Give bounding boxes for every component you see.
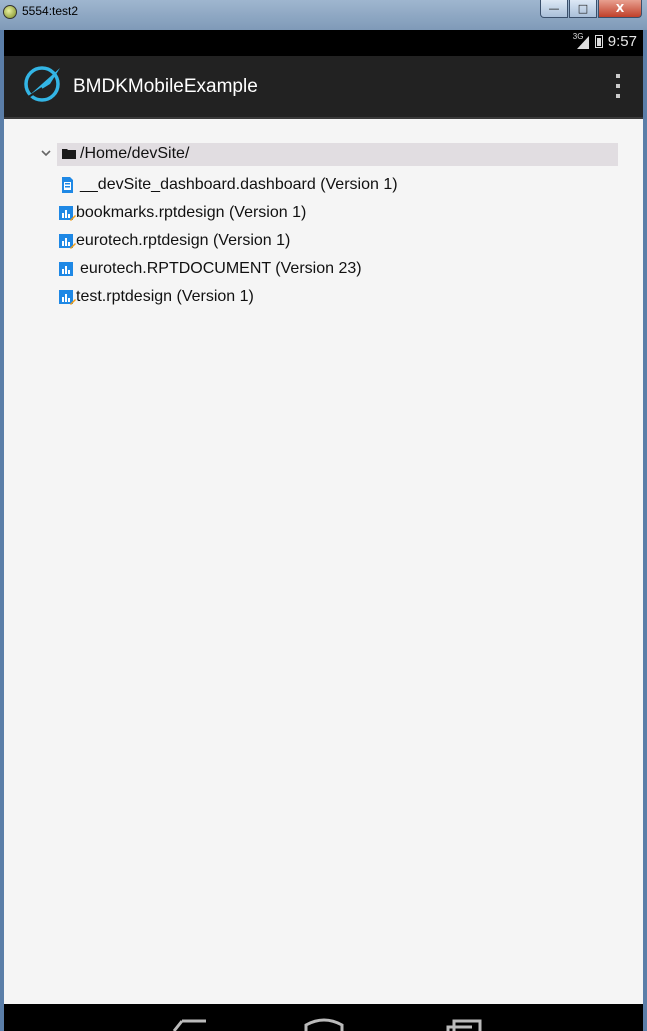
tree-item[interactable]: __devSite_dashboard.dashboard (Version 1… xyxy=(58,173,398,197)
status-time: 9:57 xyxy=(607,33,637,50)
dashboard-file-icon xyxy=(62,177,73,193)
report-design-icon xyxy=(59,234,76,249)
recent-apps-icon[interactable] xyxy=(444,1017,484,1031)
window-controls: — □ X xyxy=(539,0,642,22)
tree-item-label: eurotech.rptdesign (Version 1) xyxy=(76,232,291,249)
signal-icon: 3G xyxy=(573,32,589,49)
tree-item[interactable]: eurotech.rptdesign (Version 1) xyxy=(58,229,290,253)
emulator-titlebar: 5554:test2 — □ X xyxy=(0,0,647,30)
report-design-icon xyxy=(59,290,76,305)
report-document-icon xyxy=(59,262,73,276)
tree-item-label: __devSite_dashboard.dashboard (Version 1… xyxy=(80,176,398,193)
device-screen: 3G 9:57 BMDKMobileExample /Home/devSite/ xyxy=(4,30,643,1031)
tree-item[interactable]: eurotech.RPTDOCUMENT (Version 23) xyxy=(58,257,362,281)
tree-item[interactable]: test.rptdesign (Version 1) xyxy=(58,285,254,309)
action-bar: BMDKMobileExample xyxy=(4,56,643,119)
emulator-app-icon xyxy=(3,5,17,19)
app-title: BMDKMobileExample xyxy=(73,76,258,97)
back-icon[interactable] xyxy=(168,1017,214,1031)
tree-item-label: test.rptdesign (Version 1) xyxy=(76,288,254,305)
minimize-button[interactable]: — xyxy=(540,0,568,18)
emulator-window-title: 5554:test2 xyxy=(22,4,79,18)
maximize-button[interactable]: □ xyxy=(569,0,597,18)
report-design-icon xyxy=(59,206,76,221)
overflow-menu-icon[interactable] xyxy=(613,74,623,98)
tree-item-label: eurotech.RPTDOCUMENT (Version 23) xyxy=(80,260,362,277)
navigation-bar xyxy=(4,1004,643,1031)
close-button[interactable]: X xyxy=(598,0,642,18)
tree-root-label: /Home/devSite/ xyxy=(80,145,190,162)
content-area: /Home/devSite/ __devSite_dashboard.dashb… xyxy=(4,119,643,1004)
status-bar: 3G 9:57 xyxy=(4,30,643,56)
battery-icon xyxy=(594,35,603,48)
home-icon[interactable] xyxy=(304,1017,344,1031)
tree-item-label: bookmarks.rptdesign (Version 1) xyxy=(76,204,307,221)
app-logo-icon[interactable] xyxy=(20,62,64,106)
folder-icon xyxy=(62,149,76,159)
chevron-down-icon[interactable] xyxy=(40,148,52,158)
tree-item[interactable]: bookmarks.rptdesign (Version 1) xyxy=(58,201,306,225)
